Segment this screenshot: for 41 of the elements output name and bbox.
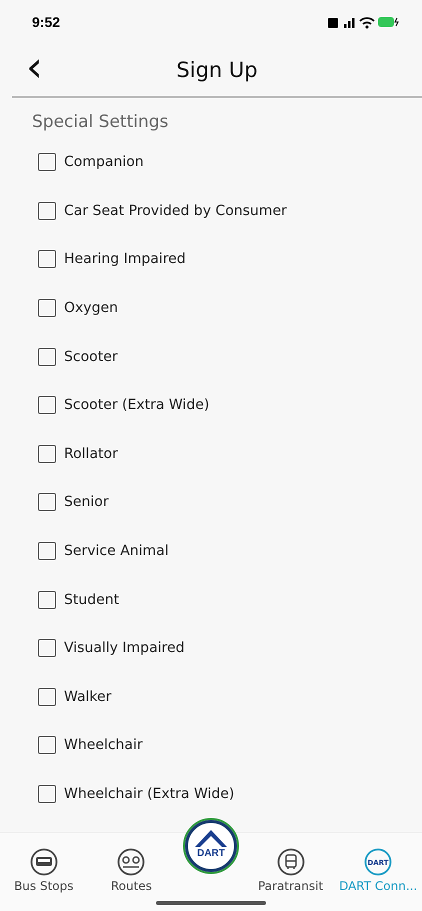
option-label: Senior	[64, 494, 109, 510]
signal-icon	[344, 18, 354, 28]
option-label: Student	[64, 592, 120, 608]
option-label: Car Seat Provided by Consumer	[64, 202, 287, 219]
checkbox[interactable]	[38, 153, 56, 172]
option-label: Visually Impaired	[64, 640, 184, 656]
checkbox[interactable]	[38, 250, 56, 268]
option-label: Scooter	[64, 348, 118, 365]
option-label: Wheelchair (Extra Wide)	[64, 786, 234, 802]
option-label: Rollator	[64, 446, 118, 462]
option-label: Oxygen	[64, 300, 118, 316]
status-time: 9:52	[32, 14, 60, 30]
checkbox[interactable]	[38, 542, 56, 560]
option-label: Companion	[64, 154, 144, 170]
checkbox[interactable]	[38, 639, 56, 658]
option-label: Scooter (Extra Wide)	[64, 397, 210, 414]
checkbox[interactable]	[38, 299, 56, 318]
battery-icon	[378, 17, 399, 27]
section-title: Special Settings	[32, 112, 170, 132]
logo-button[interactable]: DART	[180, 817, 241, 877]
checkbox[interactable]	[38, 396, 56, 414]
wifi-icon	[359, 17, 375, 28]
checkbox[interactable]	[38, 493, 56, 512]
bus-icon	[30, 848, 58, 876]
page-title: Sign Up	[176, 58, 258, 82]
checkbox[interactable]	[38, 590, 56, 609]
option-label: Walker	[64, 688, 112, 705]
option-label: Hearing Impaired	[64, 251, 186, 268]
tab-item[interactable]: Bus Stops	[6, 848, 82, 893]
checkbox[interactable]	[38, 785, 56, 804]
checkbox[interactable]	[38, 444, 56, 463]
checkbox[interactable]	[38, 202, 56, 220]
back-button[interactable]: ‹	[12, 46, 43, 94]
checkbox[interactable]	[38, 736, 56, 754]
checkbox[interactable]	[38, 688, 56, 706]
bus-front-icon	[276, 848, 305, 876]
option-label: Service Animal	[64, 543, 169, 560]
tab-item[interactable]: Routes	[93, 848, 170, 893]
option-label: Wheelchair	[64, 737, 143, 754]
checkbox[interactable]	[38, 348, 56, 366]
tab-item[interactable]: Paratransit	[252, 848, 329, 893]
